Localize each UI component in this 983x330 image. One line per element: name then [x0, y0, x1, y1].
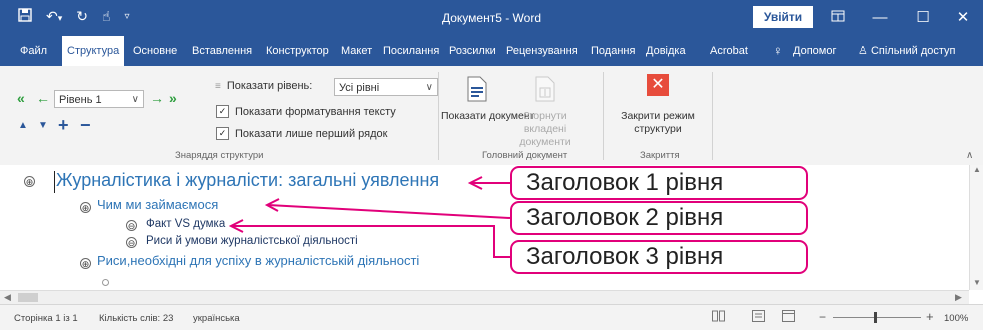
zoom-slider[interactable]: [833, 317, 921, 318]
close-outline-button[interactable]: Закрити режим структури: [612, 110, 704, 136]
scroll-up-icon[interactable]: ▲: [973, 165, 981, 174]
horizontal-scrollbar[interactable]: ◀ ▶: [0, 290, 969, 305]
show-first-line-checkbox[interactable]: ✓ Показати лише перший рядок: [216, 127, 387, 140]
promote-to-heading1-icon[interactable]: «: [17, 90, 25, 106]
show-document-button[interactable]: Показати документ: [441, 110, 534, 123]
sign-in-button[interactable]: Увійти: [753, 6, 813, 28]
checkbox-checked-icon: ✓: [216, 105, 229, 118]
zoom-slider-thumb[interactable]: [874, 312, 877, 323]
scroll-down-icon[interactable]: ▼: [973, 278, 981, 287]
show-level-row: ≡ Показати рівень:: [215, 80, 312, 92]
language-indicator[interactable]: українська: [193, 313, 240, 324]
demote-to-body-icon[interactable]: »: [169, 90, 177, 106]
demote-icon[interactable]: →: [150, 90, 164, 106]
move-down-icon[interactable]: ▼: [38, 120, 48, 131]
callout-heading-1: Заголовок 1 рівня: [510, 166, 808, 200]
zoom-level[interactable]: 100%: [944, 313, 968, 324]
outline-level-select[interactable]: Рівень 1 ∨: [54, 90, 144, 108]
group-label-master-document: Головний документ: [482, 150, 568, 161]
person-icon: ♙: [858, 45, 868, 57]
tab-view[interactable]: Подання: [591, 36, 635, 66]
tab-mailings[interactable]: Розсилки: [449, 36, 496, 66]
scroll-right-icon[interactable]: ▶: [955, 292, 962, 303]
share-label: Спільний доступ: [870, 45, 956, 57]
scroll-thumb[interactable]: [18, 293, 38, 302]
chevron-down-icon: ∨: [131, 94, 139, 105]
word-count[interactable]: Кількість слів: 23: [99, 313, 173, 324]
tab-home[interactable]: Основне: [133, 36, 177, 66]
group-label-outline-tools: Знаряддя структури: [175, 150, 264, 161]
close-window-icon[interactable]: ✕: [943, 5, 983, 31]
tab-insert[interactable]: Вставлення: [192, 36, 252, 66]
group-separator: [438, 72, 439, 160]
promote-icon[interactable]: ←: [36, 90, 50, 106]
callout-heading-3: Заголовок 3 рівня: [510, 240, 808, 274]
collapse-ribbon-icon[interactable]: ∧: [966, 150, 973, 161]
maximize-icon[interactable]: ☐: [903, 5, 943, 31]
lightbulb-icon: ♀: [773, 43, 783, 58]
checkbox-checked-icon: ✓: [216, 127, 229, 140]
status-bar: Сторінка 1 із 1 Кількість слів: 23 украї…: [0, 304, 983, 330]
expand-icon[interactable]: +: [58, 115, 69, 136]
group-separator: [712, 72, 713, 160]
show-document-icon[interactable]: [466, 76, 488, 107]
show-first-line-label: Показати лише перший рядок: [235, 127, 388, 140]
web-layout-icon[interactable]: [782, 310, 795, 325]
group-separator: [603, 72, 604, 160]
read-mode-icon[interactable]: [712, 310, 725, 325]
document-area[interactable]: ⊕ Журналістика і журналісти: загальні уя…: [0, 165, 983, 292]
zoom-out-icon[interactable]: −: [819, 310, 826, 324]
tab-review[interactable]: Рецензування: [506, 36, 578, 66]
ribbon-outline: « ← Рівень 1 ∨ → » ▲ ▼ + − ≡ Показати рі…: [0, 66, 983, 166]
callout-heading-2: Заголовок 2 рівня: [510, 201, 808, 235]
show-level-label: Показати рівень:: [226, 80, 313, 92]
show-level-icon: ≡: [215, 80, 221, 92]
share-button[interactable]: ♙ Спільний доступ: [858, 36, 956, 66]
tab-acrobat[interactable]: Acrobat: [710, 36, 748, 66]
minimize-icon[interactable]: —: [860, 5, 900, 31]
move-up-icon[interactable]: ▲: [18, 120, 28, 131]
print-layout-icon[interactable]: [752, 310, 765, 325]
show-formatting-checkbox[interactable]: ✓ Показати форматування тексту: [216, 105, 396, 118]
tab-file[interactable]: Файл: [20, 36, 47, 66]
callout-arrows: [228, 176, 511, 258]
collapse-icon[interactable]: −: [80, 115, 91, 136]
show-level-value: Усі рівні: [339, 82, 380, 94]
page-counter[interactable]: Сторінка 1 із 1: [14, 313, 78, 324]
tab-outline[interactable]: Структура: [62, 36, 125, 66]
chevron-down-icon: ∨: [425, 82, 433, 93]
zoom-in-icon[interactable]: +: [926, 309, 934, 324]
ribbon-tabs: Файл Структура Основне Вставлення Констр…: [0, 36, 983, 66]
ribbon-display-options-icon[interactable]: [818, 5, 858, 31]
collapse-subdocuments-icon: [534, 76, 556, 107]
tab-references[interactable]: Посилання: [383, 36, 439, 66]
close-outline-icon[interactable]: ✕: [647, 74, 669, 96]
tab-design[interactable]: Конструктор: [266, 36, 329, 66]
tab-layout[interactable]: Макет: [341, 36, 372, 66]
scroll-left-icon[interactable]: ◀: [4, 292, 11, 303]
show-level-select[interactable]: Усі рівні ∨: [334, 78, 438, 96]
vertical-scrollbar[interactable]: ▲ ▼: [969, 165, 983, 290]
group-label-close: Закриття: [640, 150, 680, 161]
title-bar: ↶▾ ↻ ☝ ▿ Документ5 - Word Увійти — ☐ ✕: [0, 0, 983, 36]
show-formatting-label: Показати форматування тексту: [235, 105, 396, 118]
tell-me-search[interactable]: Допомог: [793, 36, 836, 66]
collapse-subdocuments-button: Згорнути вкладені документи: [519, 110, 571, 148]
tab-help[interactable]: Довідка: [646, 36, 686, 66]
outline-level-value: Рівень 1: [59, 94, 102, 106]
